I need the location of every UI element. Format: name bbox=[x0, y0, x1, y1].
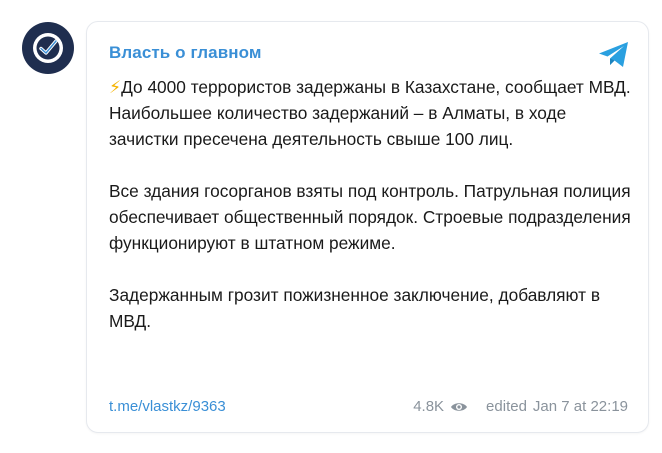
post-paragraph: Задержанным грозит пожизненное заключени… bbox=[109, 285, 601, 331]
post-meta: 4.8K edited Jan 7 at 22:19 bbox=[413, 398, 628, 415]
lightning-emoji-icon: ⚡ bbox=[109, 77, 122, 97]
channel-name[interactable]: Власть о главном bbox=[109, 43, 262, 63]
telegram-icon[interactable] bbox=[598, 41, 630, 69]
post-footer: t.me/vlastkz/9363 4.8K edited Jan 7 at 2… bbox=[109, 398, 628, 420]
post-card: Власть о главном ⚡До 4000 террористов за… bbox=[86, 21, 649, 433]
post-paragraph: Все здания госорганов взяты под контроль… bbox=[109, 181, 631, 253]
checkmark-logo-icon bbox=[33, 33, 63, 63]
post-link[interactable]: t.me/vlastkz/9363 bbox=[109, 398, 226, 415]
channel-avatar[interactable] bbox=[22, 22, 74, 74]
edited-label: edited bbox=[486, 398, 527, 415]
eye-icon bbox=[451, 402, 468, 411]
post-timestamp: Jan 7 at 22:19 bbox=[532, 398, 628, 415]
post-paragraph-text: До 4000 террористов задержаны в Казахста… bbox=[109, 77, 631, 149]
post-paragraph: ⚡До 4000 террористов задержаны в Казахст… bbox=[109, 74, 634, 152]
view-count: 4.8K bbox=[413, 398, 445, 415]
post-text: ⚡До 4000 террористов задержаны в Казахст… bbox=[109, 74, 634, 334]
telegram-embed: Власть о главном ⚡До 4000 террористов за… bbox=[0, 0, 662, 453]
